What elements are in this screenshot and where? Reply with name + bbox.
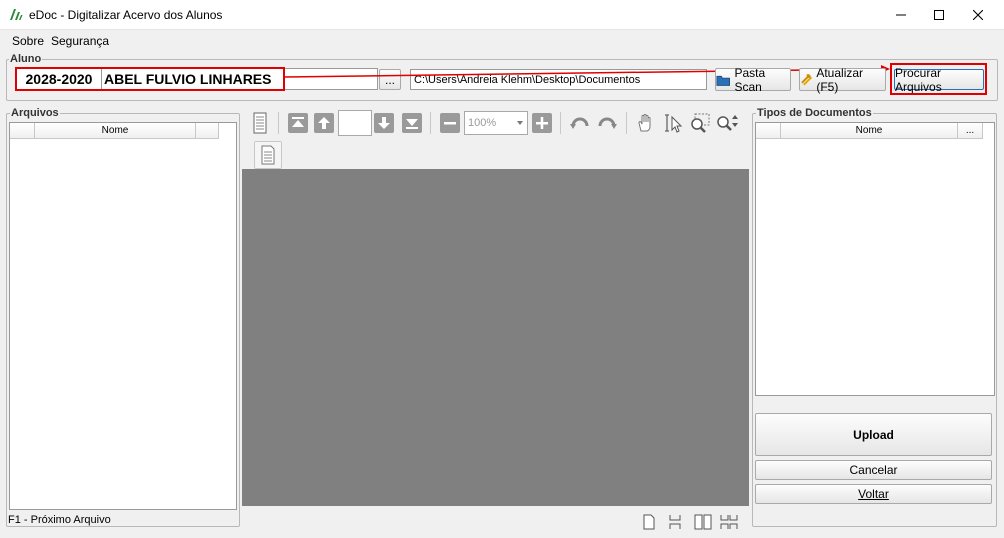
tipos-col-check[interactable] [756, 123, 781, 139]
zoom-out-button[interactable] [438, 111, 462, 135]
cancelar-button[interactable]: Cancelar [755, 460, 992, 480]
two-page-continuous-icon[interactable] [720, 514, 738, 530]
upload-button[interactable]: Upload [755, 413, 992, 456]
arquivos-group-label: Arquivos [10, 107, 60, 119]
voltar-button[interactable]: Voltar [755, 484, 992, 504]
title-bar: eDoc - Digitalizar Acervo dos Alunos [0, 0, 1004, 30]
two-page-icon[interactable] [694, 514, 712, 530]
hand-icon [638, 114, 651, 132]
rotate-left-icon [570, 117, 589, 129]
marquee-zoom-button[interactable] [688, 111, 712, 135]
document-viewer[interactable] [242, 169, 749, 506]
pasta-scan-label: Pasta Scan [734, 65, 766, 94]
arquivos-col-extra[interactable] [196, 123, 219, 139]
last-page-button[interactable] [400, 111, 424, 135]
continuous-page-icon[interactable] [669, 514, 681, 530]
rotate-left-button[interactable] [568, 111, 592, 135]
maximize-icon [934, 10, 944, 20]
toolbar-separator [278, 112, 279, 134]
aluno-group-label: Aluno [9, 53, 43, 65]
arquivos-list[interactable]: Nome [9, 122, 237, 510]
first-page-button[interactable] [286, 111, 310, 135]
refresh-icon [801, 73, 813, 85]
single-page-icon[interactable] [643, 514, 655, 530]
menu-bar: Sobre Segurança [0, 31, 1004, 51]
zoom-select[interactable]: 100% [464, 111, 528, 135]
next-page-button[interactable] [372, 111, 396, 135]
page-view-icon [253, 112, 267, 134]
page-view-button[interactable] [248, 111, 272, 135]
highlight-aluno-rect [15, 67, 285, 91]
tipos-col-more[interactable]: ... [958, 123, 983, 139]
magnifier-icon [717, 115, 738, 131]
pasta-scan-button[interactable]: Pasta Scan [715, 65, 791, 94]
atualizar-label: Atualizar (F5) [816, 65, 864, 94]
close-button[interactable] [955, 0, 1001, 30]
menu-seguranca[interactable]: Segurança [51, 34, 109, 48]
window-title: eDoc - Digitalizar Acervo dos Alunos [29, 8, 223, 22]
folder-icon [716, 75, 731, 86]
arquivos-col-nome[interactable]: Nome [35, 123, 196, 139]
menu-sobre[interactable]: Sobre [12, 34, 44, 48]
rotate-right-icon [598, 117, 617, 129]
plus-icon [532, 113, 552, 133]
select-tool-button[interactable] [662, 111, 686, 135]
highlight-procurar-rect [890, 63, 987, 95]
previous-page-button[interactable] [312, 111, 336, 135]
close-icon [973, 10, 983, 20]
zoom-in-button[interactable] [530, 111, 554, 135]
zoom-tool-button[interactable] [715, 111, 739, 135]
page-number-input[interactable] [338, 110, 372, 136]
edoc-logo-icon [10, 9, 23, 20]
document-info-button[interactable] [254, 141, 282, 169]
rotate-right-button[interactable] [595, 111, 619, 135]
tipos-group-label: Tipos de Documentos [756, 107, 873, 119]
status-next-file: F1 - Próximo Arquivo [8, 514, 111, 526]
pan-tool-button[interactable] [634, 111, 658, 135]
tipos-col-nome[interactable]: Nome [781, 123, 958, 139]
atualizar-button[interactable]: Atualizar (F5) [799, 65, 886, 94]
minimize-icon [896, 14, 906, 16]
marquee-zoom-icon [691, 113, 710, 133]
arrow-up-icon [314, 113, 334, 133]
toolbar-separator [560, 112, 561, 134]
last-page-icon [402, 113, 422, 133]
minus-icon [440, 113, 460, 133]
toolbar-separator [626, 112, 627, 134]
arrow-down-icon [374, 113, 394, 133]
chevron-down-icon [517, 121, 523, 125]
document-icon [261, 145, 275, 165]
zoom-value: 100% [468, 117, 497, 129]
text-select-icon [665, 114, 683, 133]
first-page-icon [288, 113, 308, 133]
toolbar-separator [430, 112, 431, 134]
tipos-list[interactable]: Nome ... [755, 122, 995, 396]
arquivos-col-check[interactable] [10, 123, 35, 139]
